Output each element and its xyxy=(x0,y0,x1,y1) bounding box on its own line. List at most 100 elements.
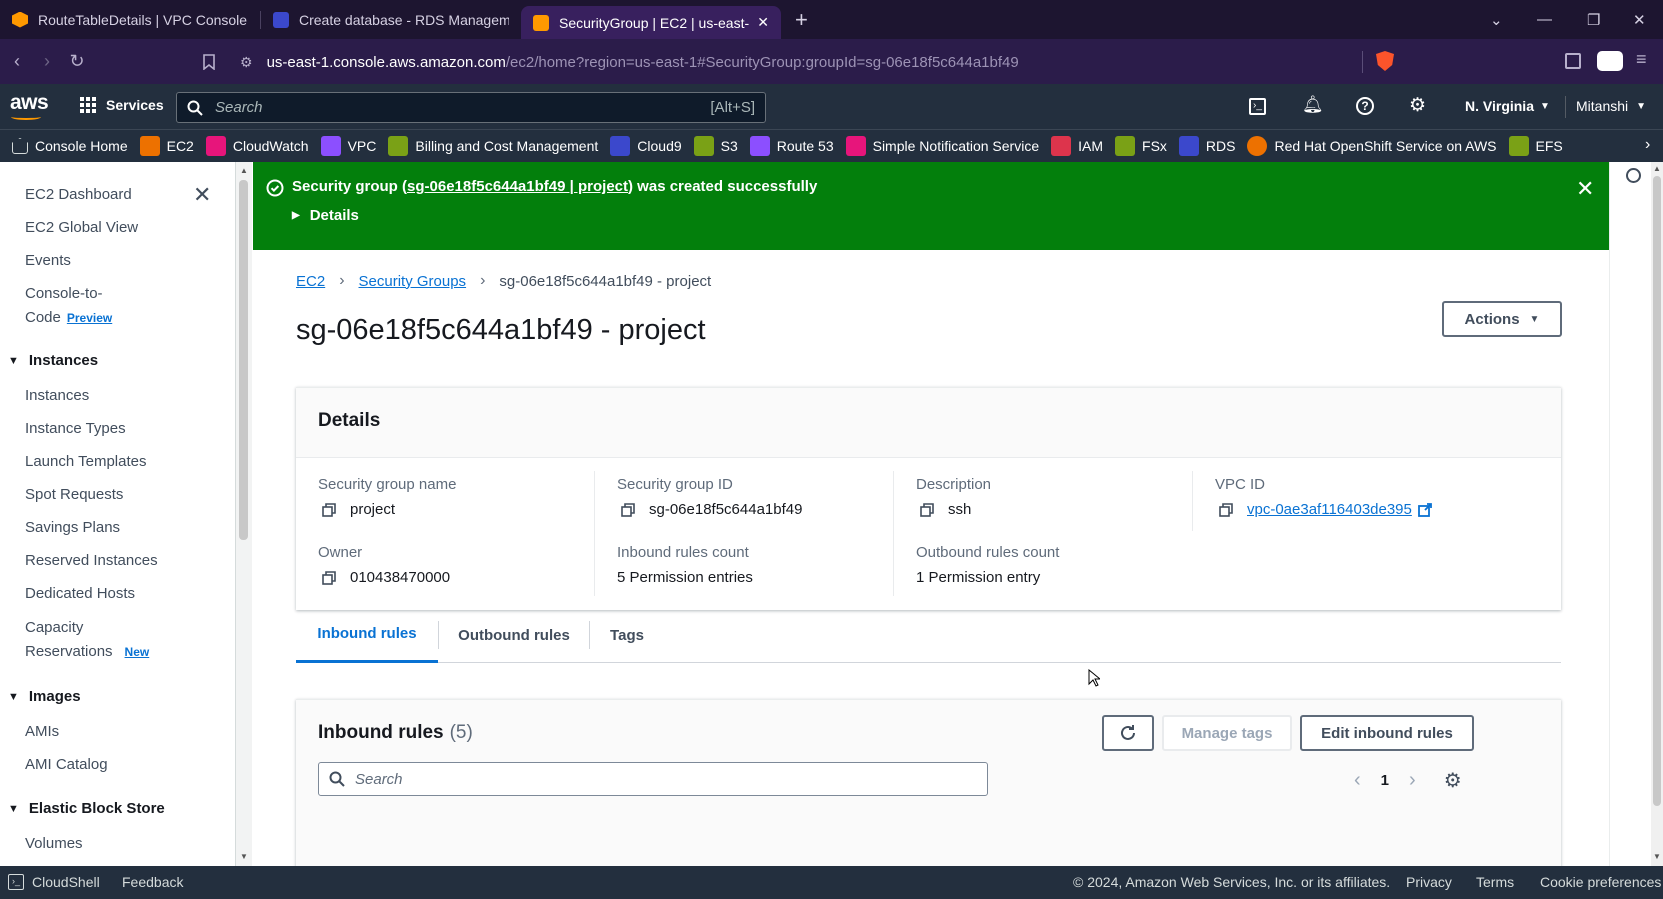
new-badge[interactable]: New xyxy=(125,645,150,659)
new-tab-icon[interactable]: + xyxy=(795,7,808,33)
site-settings-icon[interactable]: ⚙ xyxy=(240,54,253,71)
tab-outbound-rules[interactable]: Outbound rules xyxy=(439,607,589,663)
back-icon[interactable]: ‹ xyxy=(2,51,32,72)
breadcrumb-security-groups[interactable]: Security Groups xyxy=(359,273,467,290)
privacy-link[interactable]: Privacy xyxy=(1406,874,1452,890)
nav-console-to-code[interactable]: Console-to- xyxy=(25,285,103,302)
favorite-console-home[interactable]: Console Home xyxy=(12,138,128,154)
nav-volumes[interactable]: Volumes xyxy=(25,835,83,852)
flash-details-toggle[interactable]: ▶ Details xyxy=(292,207,359,224)
feedback-link[interactable]: Feedback xyxy=(122,874,183,890)
previous-page-icon[interactable]: ‹ xyxy=(1354,769,1361,792)
nav-section-ebs[interactable]: ▼ Elastic Block Store xyxy=(8,800,165,817)
nav-instance-types[interactable]: Instance Types xyxy=(25,420,126,437)
breadcrumb-ec2[interactable]: EC2 xyxy=(296,273,325,290)
nav-section-instances[interactable]: ▼ Instances xyxy=(8,352,98,369)
services-menu[interactable]: Services xyxy=(80,97,164,113)
actions-dropdown-button[interactable]: Actions ▼ xyxy=(1442,301,1562,337)
copy-icon[interactable] xyxy=(621,502,635,517)
copy-icon[interactable] xyxy=(1219,502,1233,517)
favorite-ec2[interactable]: EC2 xyxy=(139,136,194,156)
forward-icon[interactable]: › xyxy=(32,51,62,72)
tab-tags[interactable]: Tags xyxy=(590,607,664,663)
sidebar-toggle-icon[interactable] xyxy=(1565,53,1581,69)
nav-launch-templates[interactable]: Launch Templates xyxy=(25,453,146,470)
cloudshell-button[interactable]: ›_ CloudShell xyxy=(8,874,100,890)
nav-console-to-code-line2[interactable]: Code Preview xyxy=(25,309,112,326)
restore-icon[interactable]: ❐ xyxy=(1587,0,1600,39)
external-link-icon[interactable] xyxy=(1417,502,1432,517)
close-window-icon[interactable]: ✕ xyxy=(1633,0,1646,39)
nav-reserved-instances[interactable]: Reserved Instances xyxy=(25,552,158,569)
manage-tags-button[interactable]: Manage tags xyxy=(1162,715,1292,751)
nav-amis[interactable]: AMIs xyxy=(25,723,59,740)
help-icon[interactable]: ? xyxy=(1356,97,1374,115)
minimize-icon[interactable]: — xyxy=(1537,0,1552,39)
next-page-icon[interactable]: › xyxy=(1409,769,1416,792)
aws-logo[interactable]: aws xyxy=(10,91,49,115)
nav-ami-catalog[interactable]: AMI Catalog xyxy=(25,756,108,773)
refresh-button[interactable] xyxy=(1102,715,1154,751)
nav-dedicated-hosts[interactable]: Dedicated Hosts xyxy=(25,585,135,602)
cookie-preferences-link[interactable]: Cookie preferences xyxy=(1540,874,1661,890)
tools-panel-icon[interactable] xyxy=(1626,168,1641,183)
notifications-icon[interactable]: 🔔︎ xyxy=(1302,95,1324,115)
browser-tab-3-active[interactable]: SecurityGroup | EC2 | us-east-1 ✕ xyxy=(521,6,781,39)
terms-link[interactable]: Terms xyxy=(1476,874,1514,890)
favorite-route53[interactable]: Route 53 xyxy=(749,136,834,156)
favorite-vpc[interactable]: VPC xyxy=(320,136,376,156)
dismiss-flash-icon[interactable]: ✕ xyxy=(1576,176,1594,202)
close-tab-icon[interactable]: ✕ xyxy=(757,14,769,31)
tab-label: Outbound rules xyxy=(458,626,570,644)
favorite-billing[interactable]: Billing and Cost Management xyxy=(388,136,598,156)
close-nav-icon[interactable]: ✕ xyxy=(193,182,211,208)
copy-icon[interactable] xyxy=(322,502,336,517)
sidebar-scroll-thumb[interactable] xyxy=(239,180,248,540)
scroll-right-icon[interactable]: › xyxy=(1645,136,1650,154)
nav-ec2-global-view[interactable]: EC2 Global View xyxy=(25,219,138,236)
favorite-sns[interactable]: Simple Notification Service xyxy=(845,136,1039,156)
browser-tab-2[interactable]: Create database - RDS Managemen xyxy=(261,0,521,39)
favorite-efs[interactable]: EFS xyxy=(1508,136,1563,156)
sidebar-scrollbar[interactable]: ▲ ▼ xyxy=(236,162,252,866)
nav-savings-plans[interactable]: Savings Plans xyxy=(25,519,120,536)
account-menu[interactable]: Mitanshi ▼ xyxy=(1576,98,1646,114)
flash-sg-link[interactable]: sg-06e18f5c644a1bf49 | project xyxy=(407,178,628,195)
copy-icon[interactable] xyxy=(920,502,934,517)
region-selector[interactable]: N. Virginia ▼ xyxy=(1465,98,1550,114)
tab-search-icon[interactable]: ⌄ xyxy=(1490,0,1503,39)
nav-instances[interactable]: Instances xyxy=(25,387,89,404)
current-page[interactable]: 1 xyxy=(1381,772,1389,789)
global-search-input[interactable]: Search [Alt+S] xyxy=(176,92,766,123)
page-scrollbar[interactable]: ▲ ▼ xyxy=(1651,162,1663,866)
bookmark-icon[interactable] xyxy=(202,53,232,70)
edit-inbound-rules-button[interactable]: Edit inbound rules xyxy=(1300,715,1474,751)
nav-ec2-dashboard[interactable]: EC2 Dashboard xyxy=(25,186,132,203)
inbound-rules-search[interactable]: Search xyxy=(318,762,988,796)
reload-icon[interactable]: ↻ xyxy=(62,51,92,72)
nav-capacity-reservations[interactable]: Capacity xyxy=(25,619,83,636)
wallet-icon[interactable] xyxy=(1597,51,1623,71)
nav-capacity-reservations-line2[interactable]: Reservations New xyxy=(25,643,149,660)
favorite-cloudwatch[interactable]: CloudWatch xyxy=(205,136,309,156)
browser-menu-icon[interactable]: ≡ xyxy=(1636,49,1647,70)
tab-inbound-rules[interactable]: Inbound rules xyxy=(296,607,438,663)
favorite-iam[interactable]: IAM xyxy=(1051,136,1103,156)
favorite-s3[interactable]: S3 xyxy=(693,136,738,156)
vpc-id-link[interactable]: vpc-0ae3af116403de395 xyxy=(1247,501,1412,518)
page-scroll-thumb[interactable] xyxy=(1653,176,1661,806)
preview-badge[interactable]: Preview xyxy=(67,311,112,325)
settings-icon[interactable]: ⚙ xyxy=(1409,94,1426,117)
browser-tab-1[interactable]: RouteTableDetails | VPC Console xyxy=(0,0,260,39)
favorite-fsx[interactable]: FSx xyxy=(1115,136,1167,156)
nav-section-images[interactable]: ▼ Images xyxy=(8,688,81,705)
favorite-cloud9[interactable]: Cloud9 xyxy=(610,136,682,156)
nav-spot-requests[interactable]: Spot Requests xyxy=(25,486,123,503)
copy-icon[interactable] xyxy=(322,570,336,585)
favorite-openshift[interactable]: Red Hat OpenShift Service on AWS xyxy=(1247,136,1497,156)
preferences-gear-icon[interactable]: ⚙ xyxy=(1444,768,1462,793)
address-bar[interactable]: ⚙ us-east-1.console.aws.amazon.com /ec2/… xyxy=(240,46,1390,78)
cloudshell-icon[interactable]: ›_ xyxy=(1249,98,1266,115)
nav-events[interactable]: Events xyxy=(25,252,71,269)
favorite-rds[interactable]: RDS xyxy=(1178,136,1235,156)
